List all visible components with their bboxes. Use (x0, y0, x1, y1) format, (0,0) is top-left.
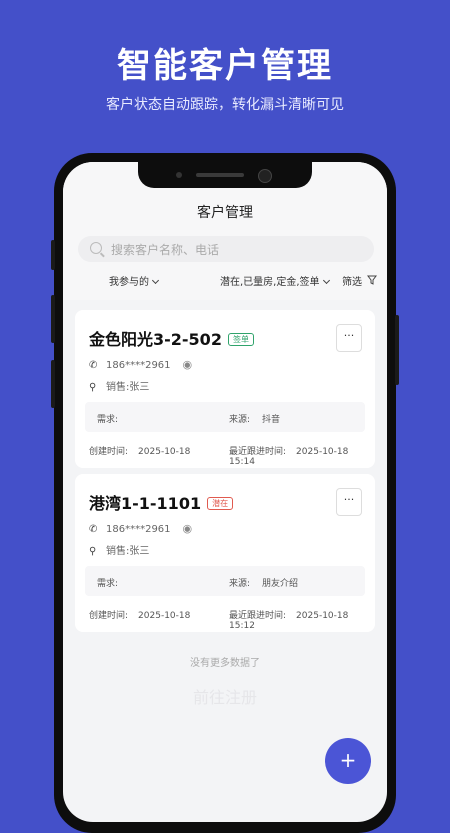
customer-phone: 186****2961 (106, 524, 171, 535)
eye-icon[interactable]: ◉ (183, 358, 193, 371)
filter-button[interactable]: 筛选 (342, 273, 377, 288)
created-label: 创建时间: (89, 611, 129, 621)
status-badge: 签单 (227, 333, 254, 346)
need-label: 需求: (97, 415, 119, 425)
banner-title: 智能客户管理 (117, 46, 333, 86)
source-label: 来源: (229, 415, 251, 425)
phone-icon: ✆ (89, 524, 98, 535)
follow-label: 最近跟进时间: (229, 611, 287, 621)
need-label: 需求: (97, 579, 119, 589)
phone-icon: ✆ (89, 360, 98, 371)
watermark-text: 前往注册 (192, 688, 257, 707)
phone-notch (138, 162, 312, 188)
sensor-icon (176, 172, 182, 178)
follow-label: 最近跟进时间: (229, 447, 287, 457)
speaker-icon (196, 173, 244, 177)
user-icon: ⚲ (89, 546, 97, 557)
customer-card[interactable]: 港湾1-1-1101 潜在 ··· ✆ 186****2961 ◉ ⚲ 销售:张三 需求… (75, 474, 375, 632)
created-date: 2025-10-18 (138, 611, 191, 621)
created-label: 创建时间: (89, 447, 129, 457)
source-value: 抖音 (262, 415, 281, 425)
search-bar[interactable]: 搜索客户名称、电话 (78, 236, 374, 262)
customer-phone: 186****2961 (106, 360, 171, 371)
camera-icon (258, 169, 272, 183)
more-button[interactable]: ··· (336, 324, 362, 352)
source-label: 来源: (229, 579, 251, 589)
search-icon (90, 242, 102, 254)
info-box: 需求: 来源: 抖音 (85, 402, 365, 432)
status-badge: 潜在 (207, 497, 234, 510)
chevron-down-icon (151, 276, 160, 285)
user-icon: ⚲ (89, 382, 97, 393)
info-box: 需求: 来源: 朋友介绍 (85, 566, 365, 596)
eye-icon[interactable]: ◉ (183, 522, 193, 535)
phone-button (395, 315, 399, 385)
no-more-text: 没有更多数据了 (190, 658, 260, 669)
created-date: 2025-10-18 (138, 447, 191, 457)
sales-person: 销售:张三 (106, 382, 150, 393)
customer-card[interactable]: 金色阳光3-2-502 签单 ··· ✆ 186****2961 ◉ ⚲ 销售:张三 需… (75, 310, 375, 468)
phone-button (51, 360, 55, 408)
chevron-down-icon (322, 276, 330, 285)
status-filter-dropdown[interactable]: 潜在,已量房,定金,签单 (220, 273, 330, 288)
phone-button (51, 240, 55, 270)
phone-button (51, 295, 55, 343)
filter-label: 筛选 (342, 277, 362, 288)
mine-filter-dropdown[interactable]: 我参与的 (109, 273, 160, 288)
mine-filter-label: 我参与的 (109, 277, 149, 288)
source-value: 朋友介绍 (262, 579, 299, 589)
page-title: 客户管理 (197, 205, 253, 221)
customer-name: 港湾1-1-1101 (89, 494, 202, 513)
banner-subtitle: 客户状态自动跟踪，转化漏斗清晰可见 (106, 97, 344, 113)
filter-row: 我参与的 潜在,已量房,定金,签单 筛选 (63, 270, 387, 292)
funnel-icon (367, 275, 377, 285)
search-input[interactable]: 搜索客户名称、电话 (111, 241, 219, 258)
add-customer-button[interactable]: + (325, 738, 371, 784)
app-screen: 客户管理 搜索客户名称、电话 我参与的 潜在,已量房,定金,签单 筛选 金色阳光… (63, 162, 387, 822)
more-button[interactable]: ··· (336, 488, 362, 516)
sales-person: 销售:张三 (106, 546, 150, 557)
customer-name: 金色阳光3-2-502 (89, 330, 222, 349)
status-filter-label: 潜在,已量房,定金,签单 (220, 277, 320, 288)
